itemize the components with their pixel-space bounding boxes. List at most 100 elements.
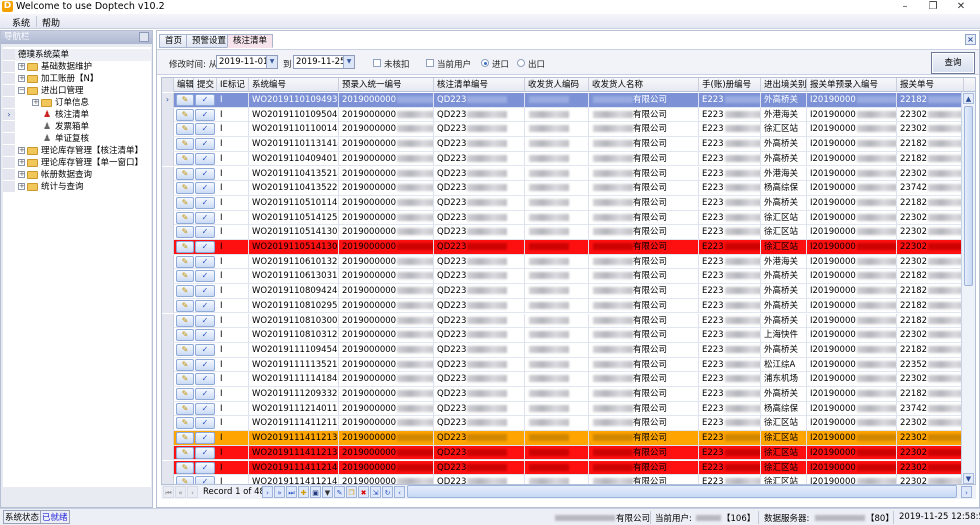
edit-icon[interactable]: ✎ (334, 486, 345, 498)
prev-page-icon[interactable]: « (175, 486, 186, 498)
table-row[interactable]: › ✎ ✓ I WO20191101094937 2019000000 QD223 有限公司 E… (162, 93, 964, 108)
column-header[interactable]: 手(账)册编号 (699, 78, 761, 92)
row-indicator[interactable] (162, 431, 174, 446)
row-indicator[interactable] (162, 313, 174, 328)
last-record-icon[interactable]: ⏭ (286, 486, 297, 498)
table-row[interactable]: ✎ ✓ I WO20191101100148 2019000000 QD223 有限公司 E2… (162, 122, 964, 138)
next-page-icon[interactable]: » (274, 486, 285, 498)
edit-button[interactable]: ✎ (176, 476, 194, 484)
table-row[interactable]: ✎ ✓ I WO20191106130316 2019000000 QD223 有限公司 E2… (162, 269, 964, 285)
table-row[interactable]: ✎ ✓ I WO20191105141303 2019000000 QD223 有限公司 E2… (162, 240, 964, 255)
submit-button[interactable]: ✓ (195, 241, 215, 253)
date-from-picker[interactable]: 2019-11-01 ▼ (216, 55, 278, 69)
edit-button[interactable]: ✎ (176, 270, 194, 283)
date-to-picker[interactable]: 2019-11-25 ▼ (293, 55, 355, 69)
edit-button[interactable]: ✎ (176, 196, 194, 209)
submit-button[interactable]: ✓ (195, 329, 215, 342)
table-row[interactable]: ✎ ✓ I WO20191101095040 2019000000 QD223 有限公司 E2… (162, 107, 964, 123)
submit-button[interactable]: ✓ (195, 373, 215, 386)
edit-button[interactable]: ✎ (176, 241, 194, 253)
row-indicator[interactable] (162, 225, 174, 240)
edit-button[interactable]: ✎ (176, 402, 194, 415)
row-indicator[interactable] (162, 328, 174, 343)
tree-item[interactable]: + 加工账册【N】 (3, 73, 151, 85)
edit-button[interactable]: ✎ (176, 211, 194, 224)
expand-icon[interactable]: + (18, 171, 25, 178)
expand-icon[interactable]: + (18, 183, 25, 190)
scroll-thumb[interactable] (964, 106, 973, 286)
table-row[interactable]: ✎ ✓ I WO20191108102959 2019000000 QD223 有限公司 E2… (162, 298, 964, 314)
expand-icon[interactable]: + (18, 75, 25, 82)
table-row[interactable]: ✎ ✓ I WO20191105141301 2019000000 QD223 有限公司 E2… (162, 225, 964, 240)
edit-button[interactable]: ✎ (176, 285, 194, 298)
column-header[interactable]: 收发货人编码 (525, 78, 589, 92)
expand-icon[interactable]: + (18, 147, 25, 154)
submit-button[interactable]: ✓ (195, 226, 215, 239)
submit-button[interactable]: ✓ (195, 299, 215, 312)
column-header[interactable]: 收发货人名称 (589, 78, 699, 92)
row-indicator[interactable] (162, 151, 174, 166)
edit-button[interactable]: ✎ (176, 138, 194, 151)
unverified-checkbox[interactable] (373, 59, 381, 67)
edit-button[interactable]: ✎ (176, 123, 194, 136)
column-header[interactable]: IE标记 (217, 78, 249, 92)
row-indicator[interactable] (162, 357, 174, 372)
edit-button[interactable]: ✎ (176, 314, 194, 327)
row-indicator[interactable] (162, 254, 174, 269)
edit-button[interactable]: ✎ (176, 461, 194, 474)
submit-button[interactable]: ✓ (195, 108, 215, 121)
submit-button[interactable]: ✓ (195, 343, 215, 356)
tree-item[interactable]: + 理论库存管理【核注清单】 (3, 145, 151, 157)
row-indicator[interactable] (162, 195, 174, 210)
edit-button[interactable]: ✎ (176, 108, 194, 121)
table-row[interactable]: ✎ ✓ I WO20191105141258 2019000000 QD223 有限公司 E2… (162, 210, 964, 226)
import-radio[interactable] (481, 59, 489, 67)
submit-button[interactable]: ✓ (195, 446, 215, 459)
edit-button[interactable]: ✎ (176, 167, 194, 180)
row-indicator[interactable] (162, 460, 174, 475)
submit-button[interactable]: ✓ (195, 388, 215, 400)
close-tab-icon[interactable]: × (965, 34, 976, 45)
export-radio[interactable] (517, 59, 525, 67)
edit-button[interactable]: ✎ (176, 255, 194, 268)
chevron-down-icon[interactable]: ▼ (266, 56, 277, 68)
scroll-left-icon[interactable]: ‹ (394, 486, 405, 498)
table-row[interactable]: ✎ ✓ I WO20191114112138 2019000000 QD223 有限公司 E2… (162, 445, 964, 461)
table-row[interactable]: ✎ ✓ I WO20191108103123 2019000000 QD223 有限公司 E2… (162, 328, 964, 343)
row-indicator[interactable] (162, 181, 174, 196)
expand-icon[interactable]: + (18, 63, 25, 70)
submit-button[interactable]: ✓ (195, 417, 215, 430)
menu-help[interactable]: 帮助 (42, 16, 60, 29)
row-indicator[interactable] (162, 240, 174, 254)
expand-icon[interactable]: + (32, 99, 39, 106)
maximize-button[interactable]: ❐ (918, 0, 948, 14)
row-indicator[interactable]: › (162, 93, 174, 107)
submit-button[interactable]: ✓ (195, 211, 215, 224)
edit-button[interactable]: ✎ (176, 388, 194, 400)
submit-button[interactable]: ✓ (195, 461, 215, 474)
tree-item[interactable]: ♟ 发票箱单 (3, 121, 151, 133)
tab-home[interactable]: 首页 (159, 34, 189, 48)
table-row[interactable]: ✎ ✓ I WO20191108103001 2019000000 QD223 有限公司 E2… (162, 313, 964, 329)
submit-button[interactable]: ✓ (195, 270, 215, 283)
row-indicator[interactable] (162, 298, 174, 313)
close-button[interactable]: ✕ (946, 0, 976, 14)
scroll-up-icon[interactable]: ▲ (963, 93, 974, 104)
export-icon[interactable]: ⇲ (370, 486, 381, 498)
edit-button[interactable]: ✎ (176, 373, 194, 386)
submit-button[interactable]: ✓ (195, 255, 215, 268)
table-row[interactable]: ✎ ✓ I WO20191108094240 2019000000 QD223 有限公司 E2… (162, 284, 964, 299)
edit-button[interactable]: ✎ (176, 417, 194, 430)
tree-item[interactable]: + 订单信息 (3, 97, 151, 109)
submit-button[interactable]: ✓ (195, 123, 215, 136)
column-header[interactable]: 预录入统一编号 (339, 78, 434, 92)
column-header[interactable]: 进出境关别 (761, 78, 807, 92)
submit-button[interactable]: ✓ (195, 358, 215, 371)
table-row[interactable]: ✎ ✓ I WO20191114112140 2019000000 QD223 有限公司 E2… (162, 460, 964, 476)
table-row[interactable]: ✎ ✓ I WO20191105101142 2019000000 QD223 有限公司 E2… (162, 195, 964, 211)
edit-button[interactable]: ✎ (176, 432, 194, 445)
column-header[interactable]: 编辑 (174, 78, 194, 92)
edit-button[interactable]: ✎ (176, 226, 194, 239)
row-indicator[interactable] (162, 372, 174, 387)
tree-item[interactable]: − 进出口管理 (3, 85, 151, 97)
